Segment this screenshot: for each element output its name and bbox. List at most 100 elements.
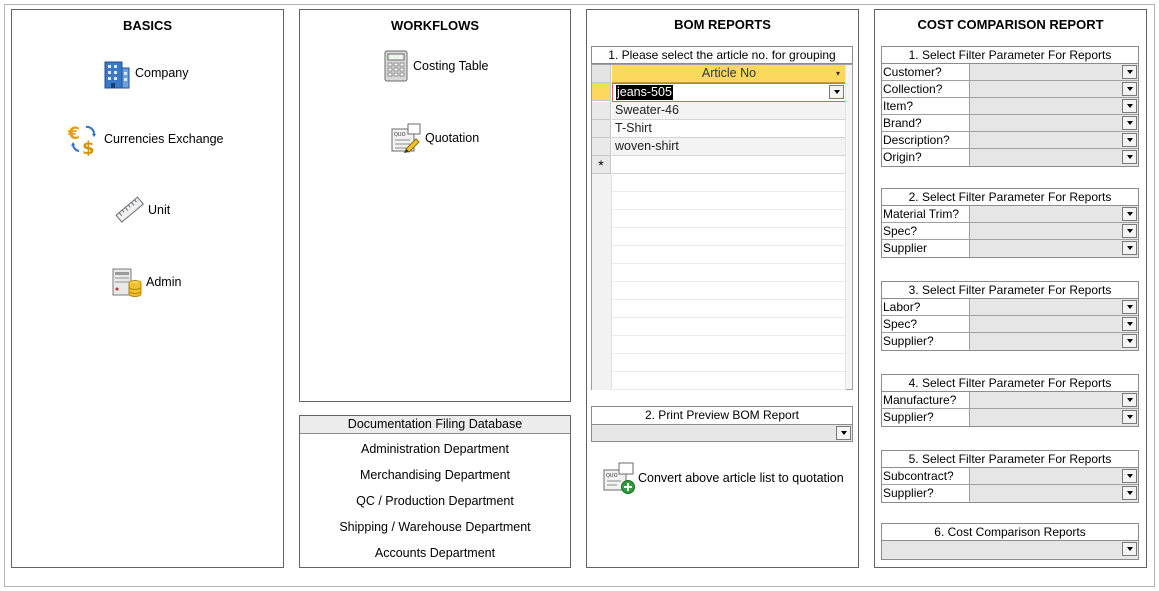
costing-table-button[interactable]: Costing Table bbox=[382, 50, 489, 82]
cost-comparison-title: COST COMPARISON REPORT bbox=[917, 17, 1104, 32]
new-record-row[interactable]: * bbox=[592, 156, 846, 174]
unit-button[interactable]: Unit bbox=[115, 195, 170, 225]
filter-label: Supplier? bbox=[882, 485, 970, 502]
admin-button[interactable]: Admin bbox=[111, 267, 181, 297]
row-selector[interactable] bbox=[592, 138, 611, 156]
shipping-warehouse-department-link[interactable]: Shipping / Warehouse Department bbox=[300, 520, 570, 534]
currencies-exchange-button[interactable]: € $ Currencies Exchange bbox=[67, 122, 224, 159]
article-no-dropdown-button[interactable] bbox=[829, 85, 844, 99]
filter-group-2: 2. Select Filter Parameter For Reports Ma… bbox=[881, 188, 1139, 258]
article-value[interactable]: T-Shirt bbox=[612, 120, 846, 138]
row-selector[interactable] bbox=[592, 120, 611, 138]
empty-grid-row bbox=[592, 336, 846, 354]
new-article-cell[interactable] bbox=[612, 156, 846, 174]
filter-combo[interactable] bbox=[970, 132, 1138, 148]
table-row[interactable]: Sweater-46 bbox=[592, 102, 846, 120]
filter-dropdown-button[interactable] bbox=[1122, 133, 1137, 147]
print-preview-dropdown-button[interactable] bbox=[836, 426, 851, 440]
article-value[interactable]: woven-shirt bbox=[612, 138, 846, 156]
filter-combo[interactable] bbox=[970, 115, 1138, 131]
filter-dropdown-button[interactable] bbox=[1122, 410, 1137, 424]
empty-grid-row bbox=[592, 300, 846, 318]
filter-group-heading: 4. Select Filter Parameter For Reports bbox=[882, 375, 1138, 392]
filter-label: Supplier bbox=[882, 240, 970, 257]
empty-grid-row bbox=[592, 174, 846, 192]
filter-combo[interactable] bbox=[970, 316, 1138, 332]
qc-production-department-link[interactable]: QC / Production Department bbox=[300, 494, 570, 508]
convert-to-quotation-button[interactable]: QUO Convert above article list to quotat… bbox=[603, 462, 844, 494]
filter-combo[interactable] bbox=[970, 392, 1138, 408]
filter-dropdown-button[interactable] bbox=[1122, 150, 1137, 164]
building-icon bbox=[102, 58, 132, 89]
filter-dropdown-button[interactable] bbox=[1122, 65, 1137, 79]
print-preview-combo[interactable] bbox=[591, 424, 853, 442]
table-row[interactable]: T-Shirt bbox=[592, 120, 846, 138]
new-record-selector[interactable]: * bbox=[592, 156, 611, 174]
admin-label: Admin bbox=[146, 275, 182, 289]
filter-combo[interactable] bbox=[970, 149, 1138, 166]
filter-label: Collection? bbox=[882, 81, 970, 97]
filter-dropdown-button[interactable] bbox=[1122, 207, 1137, 221]
filter-combo[interactable] bbox=[970, 485, 1138, 502]
filter-combo[interactable] bbox=[970, 206, 1138, 222]
ruler-icon bbox=[115, 195, 145, 225]
accounts-department-link[interactable]: Accounts Department bbox=[300, 546, 570, 560]
filter-row: Labor? bbox=[882, 299, 1138, 316]
empty-grid-row bbox=[592, 246, 846, 264]
article-no-combo[interactable]: jeans-505 bbox=[612, 83, 846, 102]
filter-combo[interactable] bbox=[970, 81, 1138, 97]
datasheet-vertical-scrollbar[interactable] bbox=[845, 65, 852, 389]
filter-combo[interactable] bbox=[970, 98, 1138, 114]
cost-comparison-reports-combo[interactable] bbox=[882, 541, 1138, 559]
costing-table-label: Costing Table bbox=[413, 59, 489, 73]
filter-dropdown-button[interactable] bbox=[1122, 300, 1137, 314]
quotation-button[interactable]: QUO Quotation bbox=[390, 123, 479, 153]
filter-combo[interactable] bbox=[970, 64, 1138, 80]
filter-row: Collection? bbox=[882, 81, 1138, 98]
bom-reports-title: BOM REPORTS bbox=[674, 17, 771, 32]
table-row[interactable]: jeans-505 bbox=[592, 83, 846, 102]
row-selector[interactable] bbox=[592, 83, 611, 101]
filter-dropdown-button[interactable] bbox=[1122, 469, 1137, 483]
article-no-current-value[interactable]: jeans-505 bbox=[616, 85, 673, 100]
svg-text:QUO: QUO bbox=[606, 473, 618, 479]
filter-dropdown-button[interactable] bbox=[1122, 99, 1137, 113]
company-button[interactable]: Company bbox=[102, 58, 189, 89]
filter-combo[interactable] bbox=[970, 240, 1138, 257]
unit-label: Unit bbox=[148, 203, 171, 217]
datasheet-corner[interactable] bbox=[592, 65, 611, 83]
cost-comparison-reports-section: 6. Cost Comparison Reports bbox=[881, 523, 1139, 560]
filter-dropdown-button[interactable] bbox=[1122, 82, 1137, 96]
filter-label: Material Trim? bbox=[882, 206, 970, 222]
administration-department-link[interactable]: Administration Department bbox=[300, 442, 570, 456]
filter-group-1: 1. Select Filter Parameter For Reports Cu… bbox=[881, 46, 1139, 167]
filter-row: Origin? bbox=[882, 149, 1138, 166]
filter-combo[interactable] bbox=[970, 223, 1138, 239]
merchandising-department-link[interactable]: Merchandising Department bbox=[300, 468, 570, 482]
filter-dropdown-button[interactable] bbox=[1122, 224, 1137, 238]
filter-dropdown-button[interactable] bbox=[1122, 241, 1137, 255]
add-quotation-icon: QUO bbox=[603, 462, 637, 494]
filter-dropdown-button[interactable] bbox=[1122, 116, 1137, 130]
filter-dropdown-button[interactable] bbox=[1122, 486, 1137, 500]
article-datasheet[interactable]: Article No ▾ jeans-505 Sweater-46 T-Shir… bbox=[591, 64, 853, 390]
filter-combo[interactable] bbox=[970, 299, 1138, 315]
table-row[interactable]: woven-shirt bbox=[592, 138, 846, 156]
filter-combo[interactable] bbox=[970, 333, 1138, 350]
filter-dropdown-button[interactable] bbox=[1122, 317, 1137, 331]
article-no-column-header[interactable]: Article No ▾ bbox=[612, 65, 846, 83]
quotation-icon: QUO bbox=[390, 123, 422, 153]
filter-label: Subcontract? bbox=[882, 468, 970, 484]
filter-combo[interactable] bbox=[970, 468, 1138, 484]
cost-comparison-reports-dropdown-button[interactable] bbox=[1122, 542, 1137, 556]
filter-dropdown-button[interactable] bbox=[1122, 334, 1137, 348]
filter-row: Brand? bbox=[882, 115, 1138, 132]
svg-text:QUO: QUO bbox=[394, 132, 406, 138]
row-selector[interactable] bbox=[592, 102, 611, 120]
currencies-exchange-label: Currencies Exchange bbox=[104, 132, 224, 146]
empty-grid-row bbox=[592, 228, 846, 246]
sort-arrow-icon[interactable]: ▾ bbox=[836, 65, 840, 82]
filter-dropdown-button[interactable] bbox=[1122, 393, 1137, 407]
article-value[interactable]: Sweater-46 bbox=[612, 102, 846, 120]
filter-combo[interactable] bbox=[970, 409, 1138, 426]
